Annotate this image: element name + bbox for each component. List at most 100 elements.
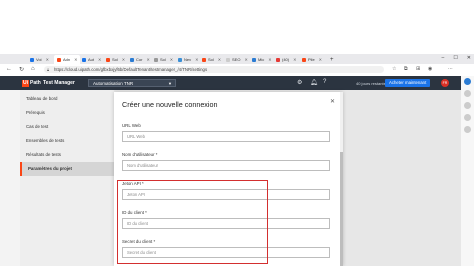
logo-path: Path <box>30 80 41 86</box>
tab-favicon-icon <box>178 57 182 62</box>
tab-favicon-icon <box>154 57 158 62</box>
tab-label: Sol <box>208 57 214 62</box>
tab-favicon-icon <box>82 57 86 62</box>
screen: Voi ✕ Adn ✕ Aut ✕ Sol ✕ Cor ✕ Sol ✕ Nev ✕ Sol ✕ … <box>0 54 474 266</box>
trial-remaining: 40 jours restants <box>356 81 386 86</box>
sidebar-item-test-results[interactable]: Résultats de tests <box>20 148 114 162</box>
close-icon[interactable]: ✕ <box>170 57 173 62</box>
browser-tab[interactable]: Pile ✕ <box>302 55 322 64</box>
close-icon[interactable]: ✕ <box>98 57 101 62</box>
sidebar-item-project-settings[interactable]: Paramètres du projet <box>20 162 114 176</box>
tab-favicon-icon <box>57 57 61 62</box>
profile-icon[interactable]: ◉ <box>428 66 432 72</box>
web-url-label: URL Web <box>122 123 141 128</box>
close-icon[interactable]: ✕ <box>244 57 247 62</box>
scrollbar-thumb[interactable] <box>340 152 343 266</box>
browser-tab[interactable]: Sol ✕ <box>154 55 173 64</box>
app-name: Test Manager <box>43 80 75 86</box>
refresh-icon[interactable]: ↻ <box>19 66 24 73</box>
new-tab-button[interactable]: + <box>330 55 334 64</box>
browser-tab[interactable]: SEO ✕ <box>226 55 248 64</box>
browser-tab[interactable]: Nev ✕ <box>178 55 198 64</box>
settings-icon[interactable]: ⚙ <box>297 79 302 86</box>
browser-tab-bar: Voi ✕ Adn ✕ Aut ✕ Sol ✕ Cor ✕ Sol ✕ Nev ✕ Sol ✕ … <box>0 54 474 64</box>
browser-tab[interactable]: Voi ✕ <box>30 55 49 64</box>
logo-ui: Ui <box>22 79 29 87</box>
url-input[interactable]: https://cloud.uipath.com/gfbxbxjyf6b/Def… <box>44 66 384 73</box>
tab-favicon-icon <box>276 57 280 62</box>
tab-favicon-icon <box>202 57 206 62</box>
web-url-input[interactable]: URL Web <box>122 131 330 142</box>
maximize-icon[interactable]: ☐ <box>453 55 457 61</box>
close-icon[interactable]: ✕ <box>330 98 335 105</box>
close-icon[interactable]: ✕ <box>293 57 296 62</box>
username-label: Nom d'utilisateur * <box>122 152 158 157</box>
tab-label: Cor <box>136 57 143 62</box>
buy-now-button[interactable]: Acheter maintenant <box>385 79 431 87</box>
username-input[interactable]: Nom d'utilisateur <box>122 160 330 171</box>
project-name: Automatisation TNR <box>93 81 134 86</box>
tab-favicon-icon <box>302 57 306 62</box>
tab-label: Nev <box>184 57 192 62</box>
close-icon[interactable]: ✕ <box>195 57 198 62</box>
project-selector[interactable]: Automatisation TNR ▼ <box>88 79 176 87</box>
tab-label: Mic <box>258 57 265 62</box>
sidebar-app-icon[interactable] <box>464 126 471 133</box>
tab-label: (40) <box>282 57 290 62</box>
sidebar-item-test-sets[interactable]: Ensembles de tests <box>20 134 114 148</box>
sidebar-item-dashboard[interactable]: Tableau de bord <box>20 92 114 106</box>
tab-label: SEO <box>232 57 241 62</box>
back-icon[interactable]: ← <box>6 66 12 72</box>
close-icon[interactable]: ✕ <box>122 57 125 62</box>
window-controls: – ☐ ✕ <box>442 55 471 61</box>
dialog-title: Créer une nouvelle connexion <box>122 100 218 109</box>
chevron-down-icon: ▼ <box>168 81 172 86</box>
dialog-scrollbar[interactable] <box>340 92 343 266</box>
tab-label: Pile <box>308 57 315 62</box>
browser-tab[interactable]: (40) ✕ <box>276 55 296 64</box>
sidebar-item-test-cases[interactable]: Cas de test <box>20 120 114 134</box>
close-icon[interactable]: ✕ <box>319 57 322 62</box>
sidebar-app-icon[interactable] <box>464 90 471 97</box>
collections-icon[interactable]: ⊞ <box>416 66 420 72</box>
favorites-icon[interactable]: ☆ <box>392 66 396 72</box>
sidebar-app-icon[interactable] <box>464 114 471 121</box>
browser-tab-active[interactable]: Adn ✕ <box>54 55 81 64</box>
close-icon[interactable]: ✕ <box>218 57 221 62</box>
lock-icon: 🔒︎ <box>47 67 50 72</box>
menu-icon[interactable]: ⋯ <box>448 66 453 72</box>
tab-favicon-icon <box>106 57 110 62</box>
extensions-icon[interactable]: ⧉ <box>404 66 408 72</box>
close-icon[interactable]: ✕ <box>74 57 77 62</box>
avatar[interactable]: FR <box>441 79 449 87</box>
tab-label: Adn <box>63 57 71 62</box>
browser-side-rail <box>460 76 474 266</box>
tab-label: Voi <box>36 57 42 62</box>
bing-icon[interactable] <box>464 78 471 85</box>
app-header: Ui Path Test Manager Automatisation TNR … <box>0 76 461 90</box>
browser-tab[interactable]: Cor ✕ <box>130 55 150 64</box>
tab-favicon-icon <box>130 57 134 62</box>
sidebar-item-requirements[interactable]: Prérequis <box>20 106 114 120</box>
close-icon[interactable]: ✕ <box>268 57 271 62</box>
tab-favicon-icon <box>252 57 256 62</box>
notifications-icon[interactable]: 🔔︎ <box>310 79 318 86</box>
close-icon[interactable]: ✕ <box>46 57 49 62</box>
browser-tab[interactable]: Mic ✕ <box>252 55 272 64</box>
tab-favicon-icon <box>30 57 34 62</box>
minimize-icon[interactable]: – <box>442 55 445 61</box>
uipath-logo[interactable]: Ui Path <box>22 79 41 87</box>
sidebar: Tableau de bord Prérequis Cas de test En… <box>20 90 115 266</box>
browser-tab[interactable]: Aut ✕ <box>82 55 101 64</box>
tab-label: Sol <box>112 57 118 62</box>
tab-label: Aut <box>88 57 95 62</box>
tab-favicon-icon <box>226 57 230 62</box>
browser-tab[interactable]: Sol ✕ <box>106 55 125 64</box>
browser-tab[interactable]: Sol ✕ <box>202 55 221 64</box>
sidebar-app-icon[interactable] <box>464 102 471 109</box>
home-icon[interactable]: ⌂ <box>31 66 35 72</box>
highlight-box <box>117 180 268 264</box>
close-icon[interactable]: ✕ <box>146 57 149 62</box>
help-icon[interactable]: ? <box>323 79 326 85</box>
close-window-icon[interactable]: ✕ <box>467 55 471 61</box>
